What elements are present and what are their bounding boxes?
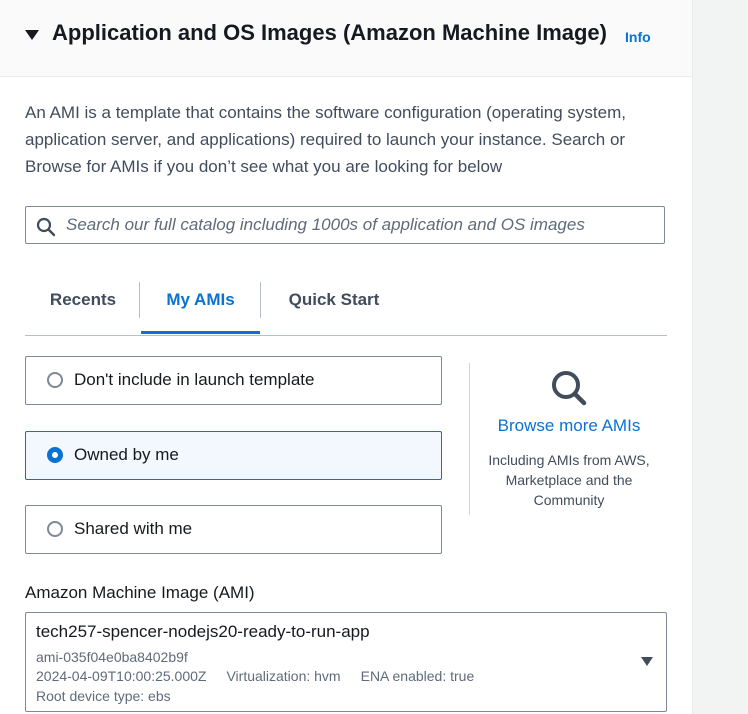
tab-my-amis[interactable]: My AMIs <box>141 264 260 334</box>
option-owned-by-me[interactable]: Owned by me <box>25 431 442 480</box>
ami-id: ami-035f04e0ba8402b9f <box>36 649 188 665</box>
section-description: An AMI is a template that contains the s… <box>25 103 626 176</box>
radio-button-selected[interactable] <box>47 447 63 463</box>
ami-field-label: Amazon Machine Image (AMI) <box>25 583 255 602</box>
ami-selection-page: Application and OS Images (Amazon Machin… <box>0 0 748 714</box>
ami-virtualization: Virtualization: hvm <box>226 668 341 684</box>
search-icon <box>552 371 587 406</box>
active-tab-indicator <box>141 331 260 334</box>
section-title: Application and OS Images (Amazon Machin… <box>52 20 607 45</box>
info-link[interactable]: Info <box>625 29 651 45</box>
ami-name: tech257-spencer-nodejs20-ready-to-run-ap… <box>36 622 370 641</box>
option-label: Shared with me <box>74 519 193 538</box>
tab-quick-start[interactable]: Quick Start <box>261 264 407 334</box>
option-label: Don't include in launch template <box>74 370 315 389</box>
ami-ena: ENA enabled: true <box>360 668 475 684</box>
ami-section-panel: Application and OS Images (Amazon Machin… <box>0 0 693 714</box>
option-shared-with-me[interactable]: Shared with me <box>25 505 442 554</box>
option-label: Owned by me <box>74 445 179 464</box>
search-icon <box>36 217 56 237</box>
option-dont-include[interactable]: Don't include in launch template <box>25 356 442 405</box>
browse-note: Including AMIs from AWS, Marketplace and… <box>488 452 650 508</box>
ami-search-box[interactable] <box>25 206 665 244</box>
ami-meta: 2024-04-09T10:00:25.000Z Virtualization: … <box>36 668 474 684</box>
tab-divider <box>139 282 140 318</box>
browse-more-amis-link[interactable]: Browse more AMIs <box>470 416 668 436</box>
page-gutter <box>693 0 748 714</box>
ami-select[interactable]: tech257-spencer-nodejs20-ready-to-run-ap… <box>25 612 667 712</box>
ami-root-device: Root device type: ebs <box>36 688 171 704</box>
browse-more-amis: Browse more AMIs Including AMIs from AWS… <box>470 362 668 510</box>
ami-search-input[interactable] <box>66 207 656 243</box>
tab-recents[interactable]: Recents <box>25 264 141 334</box>
caret-down-icon[interactable] <box>641 657 653 666</box>
ami-tabs: Recents My AMIs Quick Start <box>25 264 667 336</box>
radio-button[interactable] <box>47 372 63 388</box>
caret-down-icon[interactable] <box>25 30 39 40</box>
section-header: Application and OS Images (Amazon Machin… <box>0 0 692 77</box>
ami-created: 2024-04-09T10:00:25.000Z <box>36 668 207 684</box>
radio-button[interactable] <box>47 521 63 537</box>
